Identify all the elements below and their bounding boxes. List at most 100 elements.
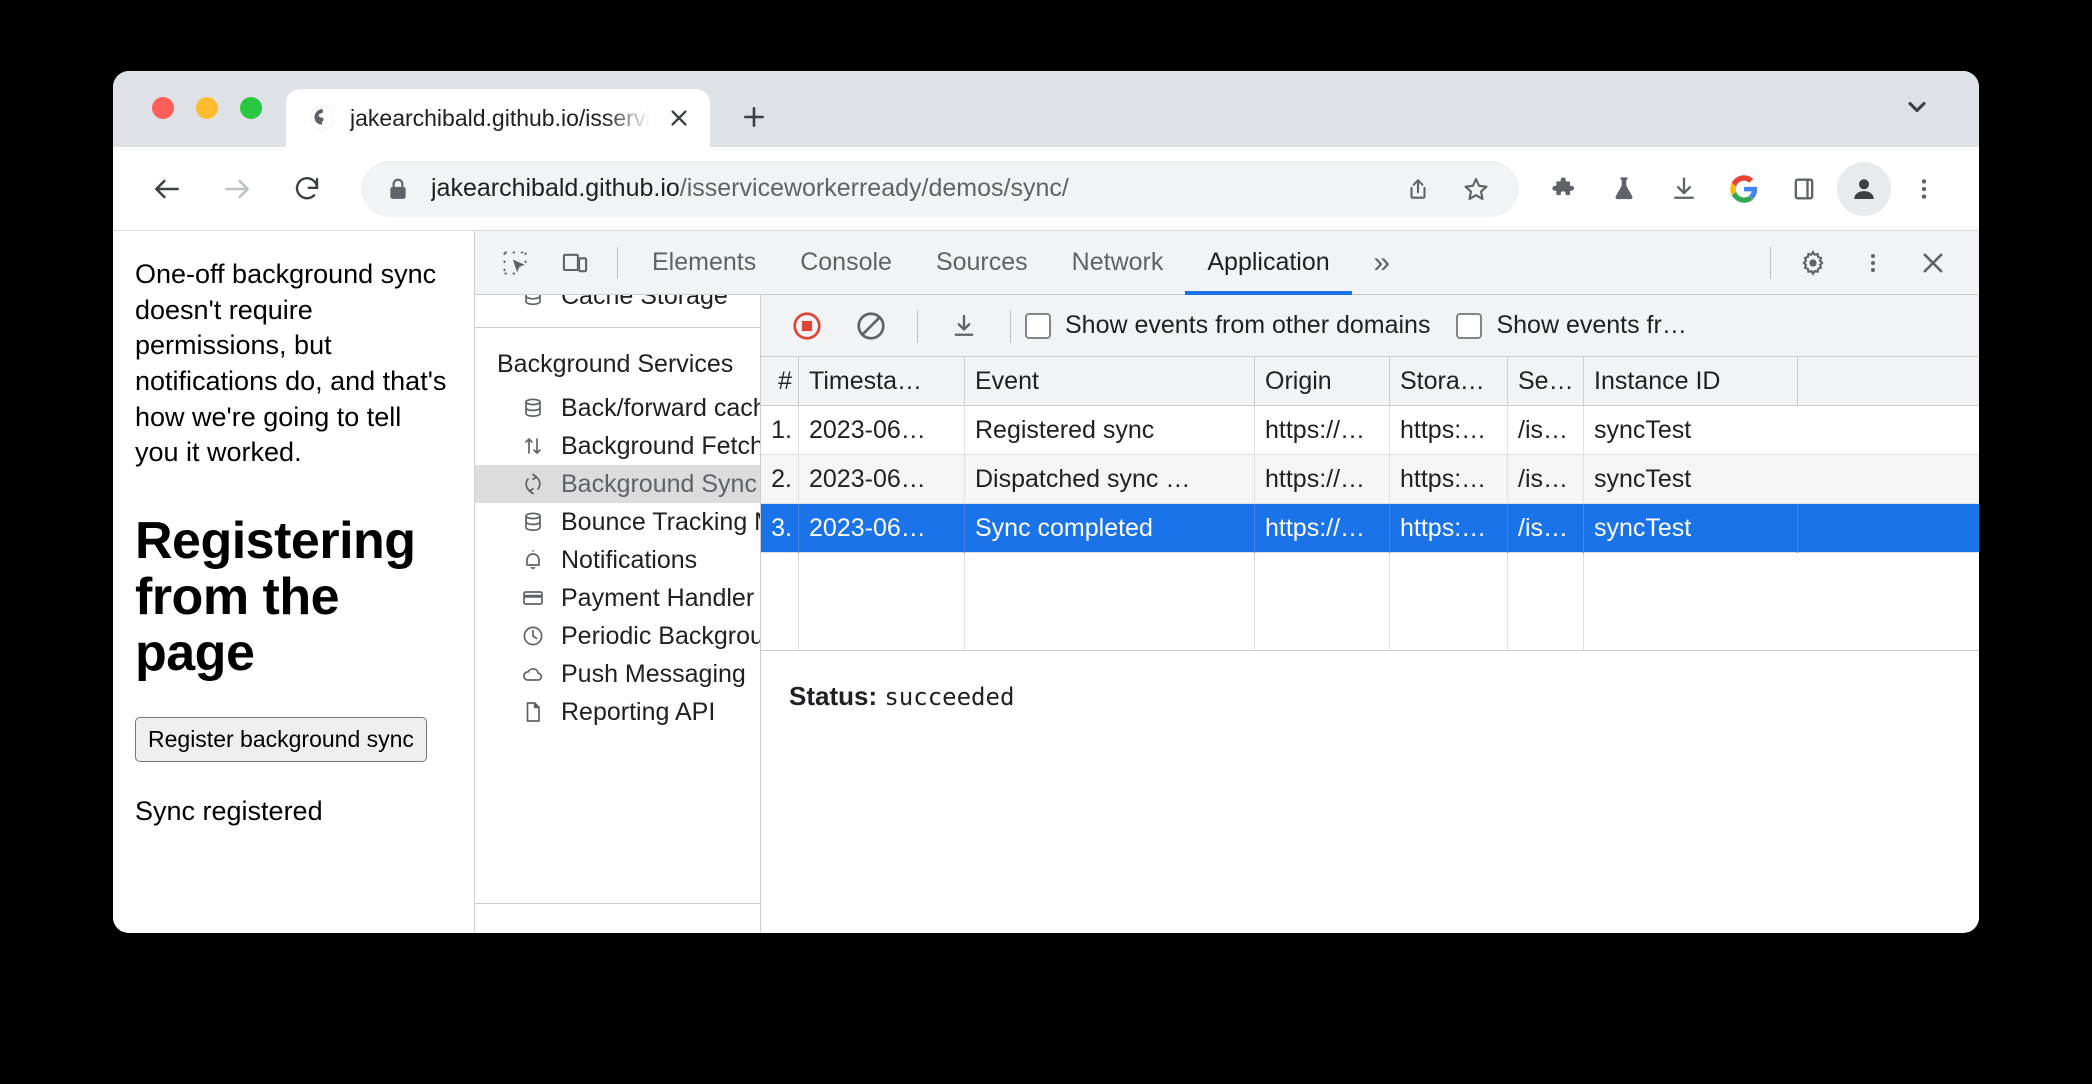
address-bar[interactable]: jakearchibald.github.io/isserviceworkerr… [361, 160, 1519, 217]
sidebar-item-push-messaging[interactable]: Push Messaging [475, 655, 760, 693]
cloud-icon [519, 660, 547, 688]
tab-strip: jakearchibald.github.io/isservic [113, 71, 1979, 147]
share-icon[interactable] [1393, 164, 1443, 214]
column-header-origin[interactable]: Origin [1255, 356, 1390, 406]
omnibox-actions [1393, 164, 1501, 214]
background-services-toolbar: Show events from other domains Show even… [761, 295, 1979, 357]
checkbox-box[interactable] [1456, 312, 1483, 339]
tab-label: Sources [935, 248, 1028, 276]
close-window-button[interactable] [152, 97, 174, 119]
column-header-timestamp[interactable]: Timesta… [799, 356, 965, 406]
close-icon[interactable] [1907, 237, 1959, 289]
cell-storage: https:… [1390, 503, 1508, 553]
web-page-viewport: One-off background sync doesn't require … [113, 231, 475, 932]
database-icon [519, 295, 547, 310]
cell-timestamp: 2023-06… [799, 503, 965, 553]
tab-console[interactable]: Console [778, 231, 914, 295]
sidebar-item-reporting-api[interactable]: Reporting API [475, 693, 760, 731]
table-row[interactable]: 2. 2023-06… Dispatched sync … https://… … [761, 454, 1979, 504]
more-tabs-icon[interactable]: » [1352, 237, 1412, 289]
tab-sources[interactable]: Sources [914, 231, 1050, 295]
download-icon[interactable] [938, 300, 990, 352]
three-dot-menu-icon[interactable] [1897, 162, 1951, 216]
tab-network[interactable]: Network [1050, 231, 1186, 295]
register-background-sync-button[interactable]: Register background sync [135, 717, 427, 763]
close-icon[interactable] [664, 103, 694, 133]
reload-icon[interactable] [279, 161, 335, 217]
checkbox-label: Show events from other domains [1065, 311, 1431, 339]
toolbar-divider [917, 308, 918, 343]
column-header-instance-id[interactable]: Instance ID [1584, 356, 1798, 406]
three-dot-menu-icon[interactable] [1847, 237, 1899, 289]
devtools-body: Cache Storage Background Services Back/f… [475, 295, 1979, 932]
sidebar-item-back-forward-cache[interactable]: Back/forward cache [475, 389, 760, 427]
tab-label: Network [1071, 248, 1164, 276]
arrow-left-icon[interactable] [139, 161, 195, 217]
tab-elements[interactable]: Elements [630, 231, 778, 295]
page-paragraph: One-off background sync doesn't require … [135, 259, 447, 468]
browser-tab[interactable]: jakearchibald.github.io/isservic [286, 89, 710, 147]
new-tab-button[interactable] [726, 89, 782, 145]
database-icon [519, 394, 547, 422]
google-g-icon[interactable] [1717, 162, 1771, 216]
sidebar-item-bounce-tracking-mitigations[interactable]: Bounce Tracking Mitigations [475, 503, 760, 541]
avatar-icon[interactable] [1837, 161, 1891, 216]
table-row[interactable]: 1. 2023-06… Registered sync https://… ht… [761, 405, 1979, 455]
maximize-window-button[interactable] [240, 97, 262, 119]
empty-cell [965, 553, 1255, 650]
inspect-element-icon[interactable] [489, 237, 541, 289]
toolbar-divider-2 [1010, 308, 1011, 343]
flask-icon[interactable] [1597, 162, 1651, 216]
side-panel-icon[interactable] [1777, 162, 1831, 216]
sidebar-item-partial[interactable]: Cache Storage [475, 295, 760, 315]
cell-index: 2. [761, 454, 799, 504]
column-header-sw[interactable]: Se… [1508, 356, 1584, 406]
stop-recording-icon[interactable] [781, 300, 833, 352]
table-row[interactable]: 3. 2023-06… Sync completed https://… htt… [761, 503, 1979, 553]
gear-icon[interactable] [1787, 237, 1839, 289]
cell-event: Sync completed [965, 503, 1255, 553]
sidebar-item-periodic-background-sync[interactable]: Periodic Background Sync [475, 617, 760, 655]
tab-label: Elements [652, 248, 757, 276]
show-events-from-checkbox[interactable]: Show events fr… [1456, 311, 1687, 340]
bell-icon [519, 546, 547, 574]
cell-storage: https:… [1390, 405, 1508, 455]
column-header-index[interactable]: # [761, 356, 799, 406]
sidebar-section-title: Background Services [497, 350, 734, 378]
tab-label: Application [1207, 248, 1330, 276]
checkbox-label: Show events fr… [1496, 311, 1687, 339]
download-icon[interactable] [1657, 162, 1711, 216]
chevron-down-icon[interactable] [1889, 79, 1945, 135]
tab-application[interactable]: Application [1185, 231, 1352, 295]
empty-cell [761, 553, 799, 650]
cell-storage: https:… [1390, 454, 1508, 504]
content-area: One-off background sync doesn't require … [113, 231, 1979, 932]
show-events-other-domains-checkbox[interactable]: Show events from other domains [1025, 311, 1430, 340]
sidebar-item-payment-handler[interactable]: Payment Handler [475, 579, 760, 617]
puzzle-piece-icon[interactable] [1537, 162, 1591, 216]
minimize-window-button[interactable] [196, 97, 218, 119]
browser-window: jakearchibald.github.io/isservic jakearc… [113, 71, 1979, 933]
sidebar-item-notifications[interactable]: Notifications [475, 541, 760, 579]
star-icon[interactable] [1451, 164, 1501, 214]
clear-icon[interactable] [845, 300, 897, 352]
sidebar-item-background-fetch[interactable]: Background Fetch [475, 427, 760, 465]
checkbox-box[interactable] [1025, 312, 1051, 339]
url-text: jakearchibald.github.io/isserviceworkerr… [431, 174, 1393, 203]
arrows-up-down-icon [519, 432, 547, 460]
empty-cell [1508, 553, 1584, 650]
sidebar-item-background-sync[interactable]: Background Sync [475, 465, 760, 503]
column-header-event[interactable]: Event [965, 356, 1255, 406]
cell-sw: /is… [1508, 405, 1584, 455]
status-label: Status: [789, 681, 878, 711]
device-toolbar-icon[interactable] [549, 237, 601, 289]
cell-sw: /is… [1508, 503, 1584, 553]
background-services-panel: Show events from other domains Show even… [761, 295, 1979, 932]
database-icon [519, 508, 547, 536]
status-value: succeeded [884, 683, 1015, 711]
window-traffic-lights [113, 97, 286, 147]
arrow-right-icon[interactable] [209, 161, 265, 217]
column-header-storage[interactable]: Stora… [1390, 356, 1508, 406]
sidebar-item-label: Notifications [561, 545, 698, 574]
table-empty-area [761, 553, 1979, 651]
